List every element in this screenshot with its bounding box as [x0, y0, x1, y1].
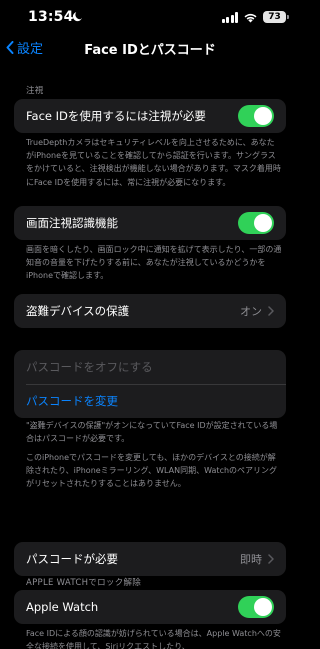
wifi-icon [244, 13, 257, 22]
require-passcode-value: 即時 [240, 553, 262, 566]
attention-group: Face IDを使用するには注視が必要 [14, 99, 286, 133]
apple-watch-description: Face IDによる顔の認識が妨げられている場合は、Apple Watchへの安… [26, 629, 281, 649]
chevron-right-icon [268, 554, 274, 564]
passcode-note-change: このiPhoneでパスコードを変更しても、ほかのデバイスとの接続が解除されたり、… [26, 453, 278, 489]
attention-aware-group: 画面注視認識機能 [14, 206, 286, 240]
moon-icon [72, 12, 82, 22]
status-bar: 13:54 73 [0, 0, 300, 34]
turn-off-passcode-row: パスコードをオフにする [14, 350, 286, 384]
apple-watch-label: Apple Watch [26, 600, 99, 614]
passcode-group: パスコードをオフにする パスコードを変更 [14, 350, 286, 418]
navigation-bar: 設定 Face IDとパスコード [0, 36, 300, 60]
apple-watch-group: Apple Watch [14, 590, 286, 624]
require-attention-toggle[interactable] [238, 105, 274, 127]
page-title: Face IDとパスコード [84, 43, 216, 58]
require-passcode-row[interactable]: パスコードが必要 即時 [14, 542, 286, 576]
stolen-device-value: オン [240, 305, 262, 318]
attention-aware-description: 画面を暗くしたり、画面ロック中に通知を拡げて表示したり、一部の通知音の音量を下げ… [26, 245, 282, 281]
require-attention-row: Face IDを使用するには注視が必要 [14, 99, 286, 133]
attention-aware-row: 画面注視認識機能 [14, 206, 286, 240]
status-indicators: 73 [221, 11, 289, 23]
attention-aware-toggle[interactable] [238, 212, 274, 234]
battery-indicator: 73 [263, 11, 289, 23]
stolen-device-group: 盗難デバイスの保護 オン [14, 294, 286, 328]
require-passcode-label: パスコードが必要 [26, 552, 118, 566]
apple-watch-row: Apple Watch [14, 590, 286, 624]
stolen-device-row[interactable]: 盗難デバイスの保護 オン [14, 294, 286, 328]
stolen-device-label: 盗難デバイスの保護 [26, 304, 130, 318]
passcode-note-stolen: "盗難デバイスの保護"がオンになっていてFace IDが設定されている場合はパス… [26, 421, 278, 444]
turn-off-passcode-label: パスコードをオフにする [26, 360, 153, 374]
require-passcode-group: パスコードが必要 即時 [14, 542, 286, 576]
apple-watch-toggle[interactable] [238, 596, 274, 618]
signal-icon [221, 11, 238, 23]
section-header-apple-watch: APPLE WATCHでロック解除 [26, 578, 142, 588]
chevron-right-icon [268, 306, 274, 316]
section-header-attention: 注視 [26, 86, 44, 96]
attention-description: TrueDepthカメラはセキュリティレベルを向上させるために、あなたがiPho… [26, 138, 281, 187]
status-time: 13:54 [28, 9, 74, 25]
attention-aware-label: 画面注視認識機能 [26, 216, 118, 230]
require-attention-label: Face IDを使用するには注視が必要 [26, 109, 206, 123]
change-passcode-label: パスコードを変更 [26, 394, 118, 408]
change-passcode-row[interactable]: パスコードを変更 [14, 384, 286, 418]
